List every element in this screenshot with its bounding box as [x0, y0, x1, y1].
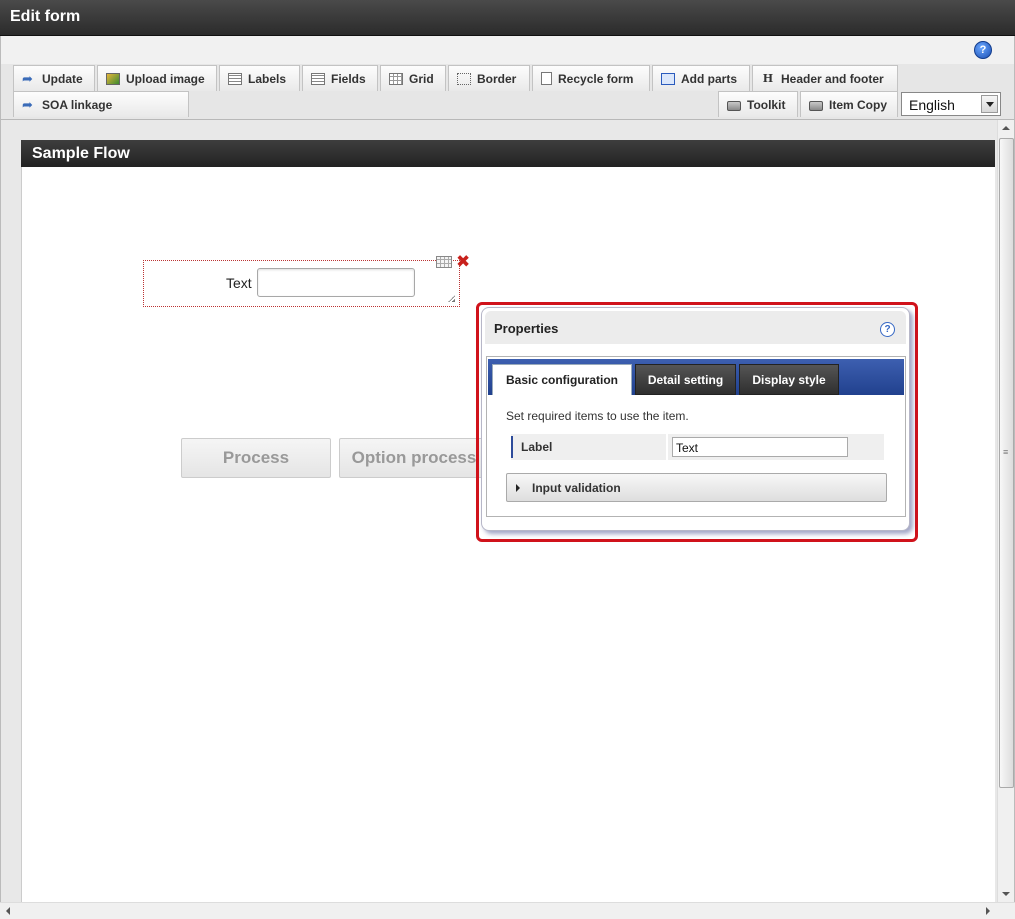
- flow-header: Sample Flow: [21, 140, 995, 167]
- toolbar: ➦ Update Upload image Labels Fields Grid…: [0, 64, 1015, 120]
- resize-handle-icon[interactable]: [448, 295, 455, 302]
- help-icon[interactable]: ?: [880, 322, 895, 337]
- upload-image-button[interactable]: Upload image: [97, 65, 217, 91]
- header-footer-button[interactable]: H Header and footer: [752, 65, 898, 91]
- border-icon: [457, 72, 471, 85]
- add-parts-label: Add parts: [681, 71, 738, 86]
- toolkit-button[interactable]: Toolkit: [718, 91, 798, 117]
- grid-button[interactable]: Grid: [380, 65, 446, 91]
- row-divider: [666, 434, 668, 460]
- fields-icon: [311, 72, 325, 85]
- scroll-left-icon[interactable]: [0, 903, 16, 919]
- fields-button[interactable]: Fields: [302, 65, 378, 91]
- scroll-right-icon[interactable]: [980, 903, 996, 919]
- chevron-down-icon[interactable]: [981, 95, 998, 113]
- scroll-down-icon[interactable]: [998, 886, 1014, 902]
- text-field-item[interactable]: Text: [143, 260, 460, 307]
- grid-label: Grid: [409, 71, 434, 86]
- labels-button[interactable]: Labels: [219, 65, 300, 91]
- tab-basic-configuration[interactable]: Basic configuration: [492, 364, 632, 395]
- fields-label: Fields: [331, 71, 366, 86]
- grip-icon: ≡: [1003, 447, 1009, 457]
- text-field-label: Text: [226, 275, 252, 291]
- properties-header: Properties ?: [485, 311, 906, 344]
- option-process-button[interactable]: Option process: [339, 438, 489, 478]
- properties-body: Basic configuration Detail setting Displ…: [486, 356, 906, 517]
- input-validation-label: Input validation: [532, 481, 621, 495]
- toolbox-icon: [727, 100, 741, 111]
- input-validation-accordion[interactable]: Input validation: [506, 473, 887, 502]
- add-parts-icon: [661, 72, 675, 85]
- scroll-up-icon[interactable]: [998, 120, 1014, 136]
- border-label: Border: [477, 71, 517, 86]
- labels-icon: [228, 72, 242, 85]
- upload-image-label: Upload image: [126, 71, 205, 86]
- header-footer-label: Header and footer: [781, 71, 884, 86]
- share-arrow-icon: ➦: [22, 96, 33, 112]
- update-icon: ➦: [22, 70, 33, 86]
- soa-linkage-button[interactable]: ➦ SOA linkage: [13, 91, 189, 117]
- tab-detail-setting[interactable]: Detail setting: [635, 364, 736, 395]
- flow-title: Sample Flow: [32, 145, 130, 162]
- properties-panel: Properties ? Basic configuration Detail …: [481, 307, 910, 531]
- recycle-form-label: Recycle form: [558, 71, 634, 86]
- image-icon: [106, 72, 120, 85]
- toolbox-icon: [809, 100, 823, 111]
- help-bar: ?: [0, 36, 1015, 64]
- window-title-bar: Edit form: [0, 0, 1015, 36]
- toolkit-label: Toolkit: [747, 97, 786, 112]
- document-icon: [541, 72, 552, 85]
- tab-display-style[interactable]: Display style: [739, 364, 839, 395]
- language-value: English: [909, 97, 955, 113]
- item-copy-label: Item Copy: [829, 97, 888, 112]
- vertical-scrollbar[interactable]: ≡: [997, 120, 1014, 902]
- recycle-form-button[interactable]: Recycle form: [532, 65, 650, 91]
- horizontal-scrollbar[interactable]: [0, 902, 1015, 919]
- border-button[interactable]: Border: [448, 65, 530, 91]
- soa-linkage-label: SOA linkage: [42, 97, 113, 112]
- update-label: Update: [42, 71, 83, 86]
- labels-label: Labels: [248, 71, 287, 86]
- properties-description: Set required items to use the item.: [506, 409, 689, 423]
- window-title: Edit form: [10, 8, 81, 25]
- close-icon[interactable]: ✖: [456, 253, 470, 270]
- grid-icon[interactable]: [436, 256, 452, 268]
- help-icon[interactable]: ?: [974, 41, 992, 59]
- expand-arrow-icon: [516, 484, 520, 492]
- row-marker: [511, 436, 513, 458]
- header-icon: H: [762, 71, 774, 85]
- language-select[interactable]: English: [901, 92, 1001, 116]
- process-button[interactable]: Process: [181, 438, 331, 478]
- item-copy-button[interactable]: Item Copy: [800, 91, 898, 117]
- text-field-input[interactable]: [257, 268, 415, 297]
- scroll-thumb[interactable]: [999, 138, 1014, 788]
- properties-title: Properties: [494, 321, 559, 336]
- grid-icon: [389, 72, 403, 85]
- label-input[interactable]: Text: [672, 437, 848, 457]
- add-parts-button[interactable]: Add parts: [652, 65, 750, 91]
- update-button[interactable]: ➦ Update: [13, 65, 95, 91]
- label-row: Label Text: [511, 434, 884, 460]
- label-row-label: Label: [521, 440, 553, 454]
- properties-tab-bar: Basic configuration Detail setting Displ…: [488, 359, 904, 395]
